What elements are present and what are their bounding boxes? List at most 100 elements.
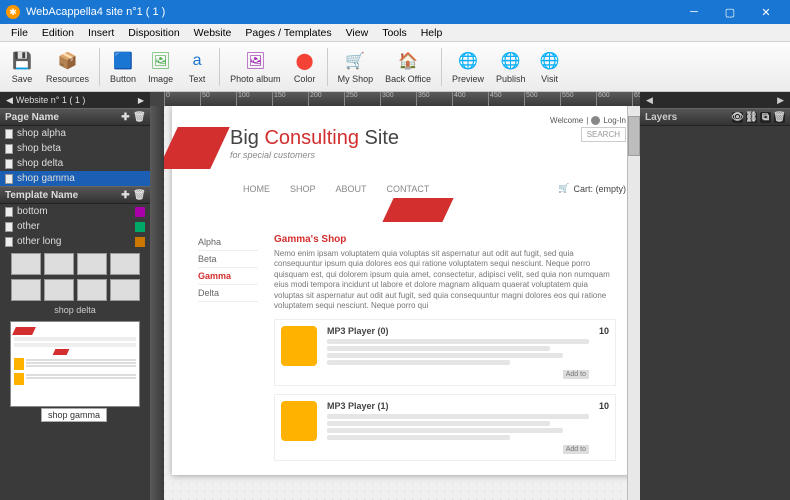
site-tab-label: Website n° 1 ( 1 ): [16, 95, 85, 105]
menu-website[interactable]: Website: [187, 27, 239, 39]
logo-text: Big Consulting Site for special customer…: [230, 127, 399, 160]
thumb-large[interactable]: shop gamma: [10, 321, 140, 407]
close-button[interactable]: ✕: [748, 0, 784, 24]
toolbar-preview[interactable]: 🌐Preview: [446, 47, 490, 86]
thumb-small[interactable]: [44, 279, 74, 301]
thumb-small[interactable]: [11, 279, 41, 301]
nav-home[interactable]: HOME: [243, 184, 270, 194]
page-item[interactable]: shop gamma: [0, 171, 150, 186]
templates-header-label: Template Name: [5, 190, 78, 201]
toolbar-myshop[interactable]: 🛒My Shop: [332, 47, 380, 86]
nav-row: HOME SHOP ABOUT CONTACT 🛒Cart: (empty): [243, 183, 626, 194]
page-item[interactable]: shop alpha: [0, 126, 150, 141]
login-link[interactable]: Log-In: [603, 116, 626, 125]
product-name: MP3 Player (1): [327, 401, 589, 411]
thumb-caption-1: shop delta: [4, 305, 146, 315]
thumb-small[interactable]: [77, 253, 107, 275]
template-item[interactable]: other long: [0, 234, 150, 249]
sidemenu-alpha[interactable]: Alpha: [198, 234, 258, 251]
product-price: 10: [599, 326, 609, 336]
toolbar-text[interactable]: aText: [179, 47, 215, 86]
color-icon: ⬤: [293, 49, 317, 73]
nav-contact[interactable]: CONTACT: [387, 184, 430, 194]
image-icon: 🖼: [149, 49, 173, 73]
red-accent: [382, 198, 453, 222]
menu-view[interactable]: View: [339, 27, 376, 39]
button-icon: 🟦: [111, 49, 135, 73]
thumb-small[interactable]: [44, 253, 74, 275]
toolbar-resources[interactable]: 📦Resources: [40, 47, 95, 86]
site-tab[interactable]: ◀ Website n° 1 ( 1 ) ▶: [0, 92, 150, 108]
minimize-button[interactable]: ─: [676, 0, 712, 24]
layer-link-icon[interactable]: ⛓: [746, 112, 757, 123]
templates-panel-header: Template Name ✚ 🗑: [0, 186, 150, 204]
viewport[interactable]: Welcome | Log-In Big Consulting Site for…: [164, 106, 627, 500]
thumbnail-panel: shop delta: [0, 249, 150, 500]
profile-icon: [591, 116, 600, 125]
menu-insert[interactable]: Insert: [81, 27, 121, 39]
menu-edition[interactable]: Edition: [35, 27, 81, 39]
window-title: WebAcappella4 site n°1 ( 1 ): [26, 6, 676, 18]
sidemenu-beta[interactable]: Beta: [198, 251, 258, 268]
page-item[interactable]: shop beta: [0, 141, 150, 156]
menu-help[interactable]: Help: [414, 27, 450, 39]
layer-delete-icon[interactable]: 🗑: [774, 112, 785, 123]
maximize-button[interactable]: ▢: [712, 0, 748, 24]
page-item[interactable]: shop delta: [0, 156, 150, 171]
thumb-small[interactable]: [77, 279, 107, 301]
delete-page-icon[interactable]: 🗑: [134, 112, 145, 123]
toolbar-publish[interactable]: 🌐Publish: [490, 47, 532, 86]
backoffice-icon: 🏠: [396, 49, 420, 73]
publish-icon: 🌐: [499, 49, 523, 73]
add-to-cart-button[interactable]: Add to: [563, 370, 589, 379]
welcome-label: Welcome: [550, 116, 583, 125]
content-text: Nemo enim ipsam voluptatem quia voluptas…: [274, 249, 616, 311]
thumb-caption-2: shop gamma: [41, 408, 107, 422]
add-to-cart-button[interactable]: Add to: [563, 445, 589, 454]
page-canvas[interactable]: Welcome | Log-In Big Consulting Site for…: [172, 106, 627, 475]
nav-about[interactable]: ABOUT: [336, 184, 367, 194]
toolbar-color[interactable]: ⬤Color: [287, 47, 323, 86]
search-box[interactable]: SEARCH: [581, 127, 626, 142]
save-icon: 💾: [10, 49, 34, 73]
menu-pagestemplates[interactable]: Pages / Templates: [238, 27, 338, 39]
toolbar-save[interactable]: 💾Save: [4, 47, 40, 86]
logo-subtitle: for special customers: [230, 150, 399, 160]
template-item[interactable]: bottom: [0, 204, 150, 219]
menu-file[interactable]: File: [4, 27, 35, 39]
add-template-icon[interactable]: ✚: [120, 190, 131, 201]
photoalbum-icon: 🖼: [243, 49, 267, 73]
ruler-vertical: [150, 106, 164, 500]
product-card: MP3 Player (0)Add to10: [274, 319, 616, 386]
content-heading: Gamma's Shop: [274, 234, 616, 245]
thumb-small[interactable]: [110, 253, 140, 275]
vertical-scrollbar[interactable]: [627, 106, 640, 500]
nav-shop[interactable]: SHOP: [290, 184, 316, 194]
template-list: bottomotherother long: [0, 204, 150, 249]
layer-visibility-icon[interactable]: 👁: [732, 112, 743, 123]
layers-panel-header: Layers 👁 ⛓ ⧉ 🗑: [640, 108, 790, 126]
sidemenu-gamma[interactable]: Gamma: [198, 268, 258, 285]
right-panel: ◀▶ Layers 👁 ⛓ ⧉ 🗑: [640, 92, 790, 500]
add-page-icon[interactable]: ✚: [120, 112, 131, 123]
toolbar-button[interactable]: 🟦Button: [104, 47, 142, 86]
page-list: shop alphashop betashop deltashop gamma: [0, 126, 150, 186]
toolbar-visit[interactable]: 🌐Visit: [532, 47, 568, 86]
product-tag-icon: [281, 401, 317, 441]
template-item[interactable]: other: [0, 219, 150, 234]
toolbar-photoalbum[interactable]: 🖼Photo album: [224, 47, 287, 86]
product-card: MP3 Player (1)Add to10: [274, 394, 616, 461]
side-menu: AlphaBetaGammaDelta: [198, 234, 258, 461]
menu-disposition[interactable]: Disposition: [121, 27, 186, 39]
layer-duplicate-icon[interactable]: ⧉: [760, 112, 771, 123]
pages-panel-header: Page Name ✚ 🗑: [0, 108, 150, 126]
cart[interactable]: 🛒Cart: (empty): [558, 183, 626, 194]
sidemenu-delta[interactable]: Delta: [198, 285, 258, 302]
toolbar-image[interactable]: 🖼Image: [142, 47, 179, 86]
content-area: Gamma's Shop Nemo enim ipsam voluptatem …: [274, 234, 616, 461]
thumb-small[interactable]: [11, 253, 41, 275]
toolbar-backoffice[interactable]: 🏠Back Office: [379, 47, 437, 86]
delete-template-icon[interactable]: 🗑: [134, 190, 145, 201]
thumb-small[interactable]: [110, 279, 140, 301]
menu-tools[interactable]: Tools: [375, 27, 414, 39]
